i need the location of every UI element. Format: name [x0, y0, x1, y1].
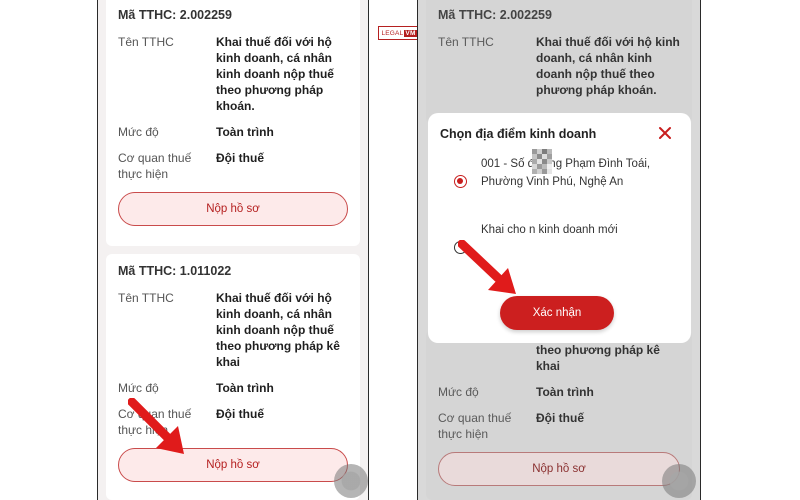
row-value: theo phương pháp kê khai	[536, 343, 660, 373]
row-value: Toàn trình	[216, 381, 274, 395]
row-value: Đội thuế	[536, 411, 584, 425]
row-value: Đội thuế	[216, 151, 264, 165]
procedure-code: Mã TTHC: 2.002259	[438, 8, 552, 22]
watermark-text-right: VM	[404, 29, 417, 37]
touch-indicator-icon	[334, 464, 368, 498]
agency-row: Cơ quan thuế thực hiện Đội thuế	[118, 150, 348, 182]
row-value: Khai thuế đối với hộ kinh doanh, cá nhân…	[536, 35, 680, 97]
agency-row: Cơ quan thuế thực hiện Đội thuế	[438, 410, 680, 442]
level-row: Mức độ Toàn trình	[118, 380, 348, 396]
procedure-name-row: Tên TTHC Khai thuế đối với hộ kinh doanh…	[118, 290, 348, 370]
procedure-card: Mã TTHC: 2.002259 Tên TTHC Khai thuế đối…	[106, 0, 360, 246]
row-label: Mức độ	[118, 381, 159, 395]
row-label: Tên TTHC	[118, 35, 174, 49]
submit-dossier-button[interactable]: Nộp hồ sơ	[118, 192, 348, 226]
row-value: Khai thuế đối với hộ kinh doanh, cá nhân…	[216, 35, 334, 113]
option-label: 001 - Số đường Phạm Đình Toái, Phường Vi…	[481, 158, 651, 188]
pixelated-redaction	[532, 149, 552, 174]
touch-indicator-icon	[662, 464, 696, 498]
location-option[interactable]: 001 - Số đường Phạm Đình Toái, Phường Vi…	[454, 155, 675, 191]
row-value: Toàn trình	[536, 385, 594, 399]
procedure-name-row: Tên TTHC Khai thuế đối với hộ kinh doanh…	[438, 34, 680, 98]
row-label: Tên TTHC	[118, 291, 174, 305]
row-value: Toàn trình	[216, 125, 274, 139]
confirm-button[interactable]: Xác nhận	[500, 296, 614, 330]
row-label: Cơ quan thuế thực hiện	[438, 411, 512, 441]
dialog-title: Chọn địa điểm kinh doanh	[440, 127, 597, 141]
screenshot-stage: LEGAL VM Mã TTHC: 2.002259 Tên TTHC Khai …	[0, 0, 800, 500]
row-label: Mức độ	[118, 125, 159, 139]
procedure-name-row: Tên TTHC Khai thuế đối với hộ kinh doanh…	[118, 34, 348, 114]
procedure-code: Mã TTHC: 1.011022	[118, 264, 232, 278]
row-value: Đội thuế	[216, 407, 264, 421]
procedure-code: Mã TTHC: 2.002259	[118, 8, 232, 22]
row-label	[438, 342, 536, 374]
red-arrow-icon	[458, 240, 516, 294]
procedure-card-dimmed: Mã TTHC: 2.002259 Tên TTHC Khai thuế đối…	[426, 0, 692, 124]
procedure-card-dimmed: theo phương pháp kê khai Mức độ Toàn trì…	[426, 330, 692, 500]
procedure-card: Mã TTHC: 1.011022 Tên TTHC Khai thuế đối…	[106, 254, 360, 500]
watermark-text-left: LEGAL	[381, 29, 404, 37]
phone-screen-right: Mã TTHC: 2.002259 Tên TTHC Khai thuế đối…	[417, 0, 701, 500]
row-label: Tên TTHC	[438, 35, 494, 49]
row-label: Mức độ	[438, 385, 479, 399]
red-arrow-icon	[128, 398, 184, 454]
row-label: Cơ quan thuế thực hiện	[118, 151, 192, 181]
close-icon[interactable]	[657, 125, 673, 141]
business-location-dialog: Chọn địa điểm kinh doanh 001 - Số đường …	[428, 113, 691, 343]
level-row: Mức độ Toàn trình	[118, 124, 348, 140]
row-value: Khai thuế đối với hộ kinh doanh, cá nhân…	[216, 291, 340, 369]
level-row: Mức độ Toàn trình	[438, 384, 680, 400]
submit-dossier-button[interactable]: Nộp hồ sơ	[438, 452, 680, 486]
legalvm-watermark-logo: LEGAL VM	[378, 26, 420, 40]
procedure-name-row: theo phương pháp kê khai	[438, 342, 680, 374]
radio-selected-icon[interactable]	[454, 175, 467, 188]
phone-screen-left: Mã TTHC: 2.002259 Tên TTHC Khai thuế đối…	[97, 0, 369, 500]
